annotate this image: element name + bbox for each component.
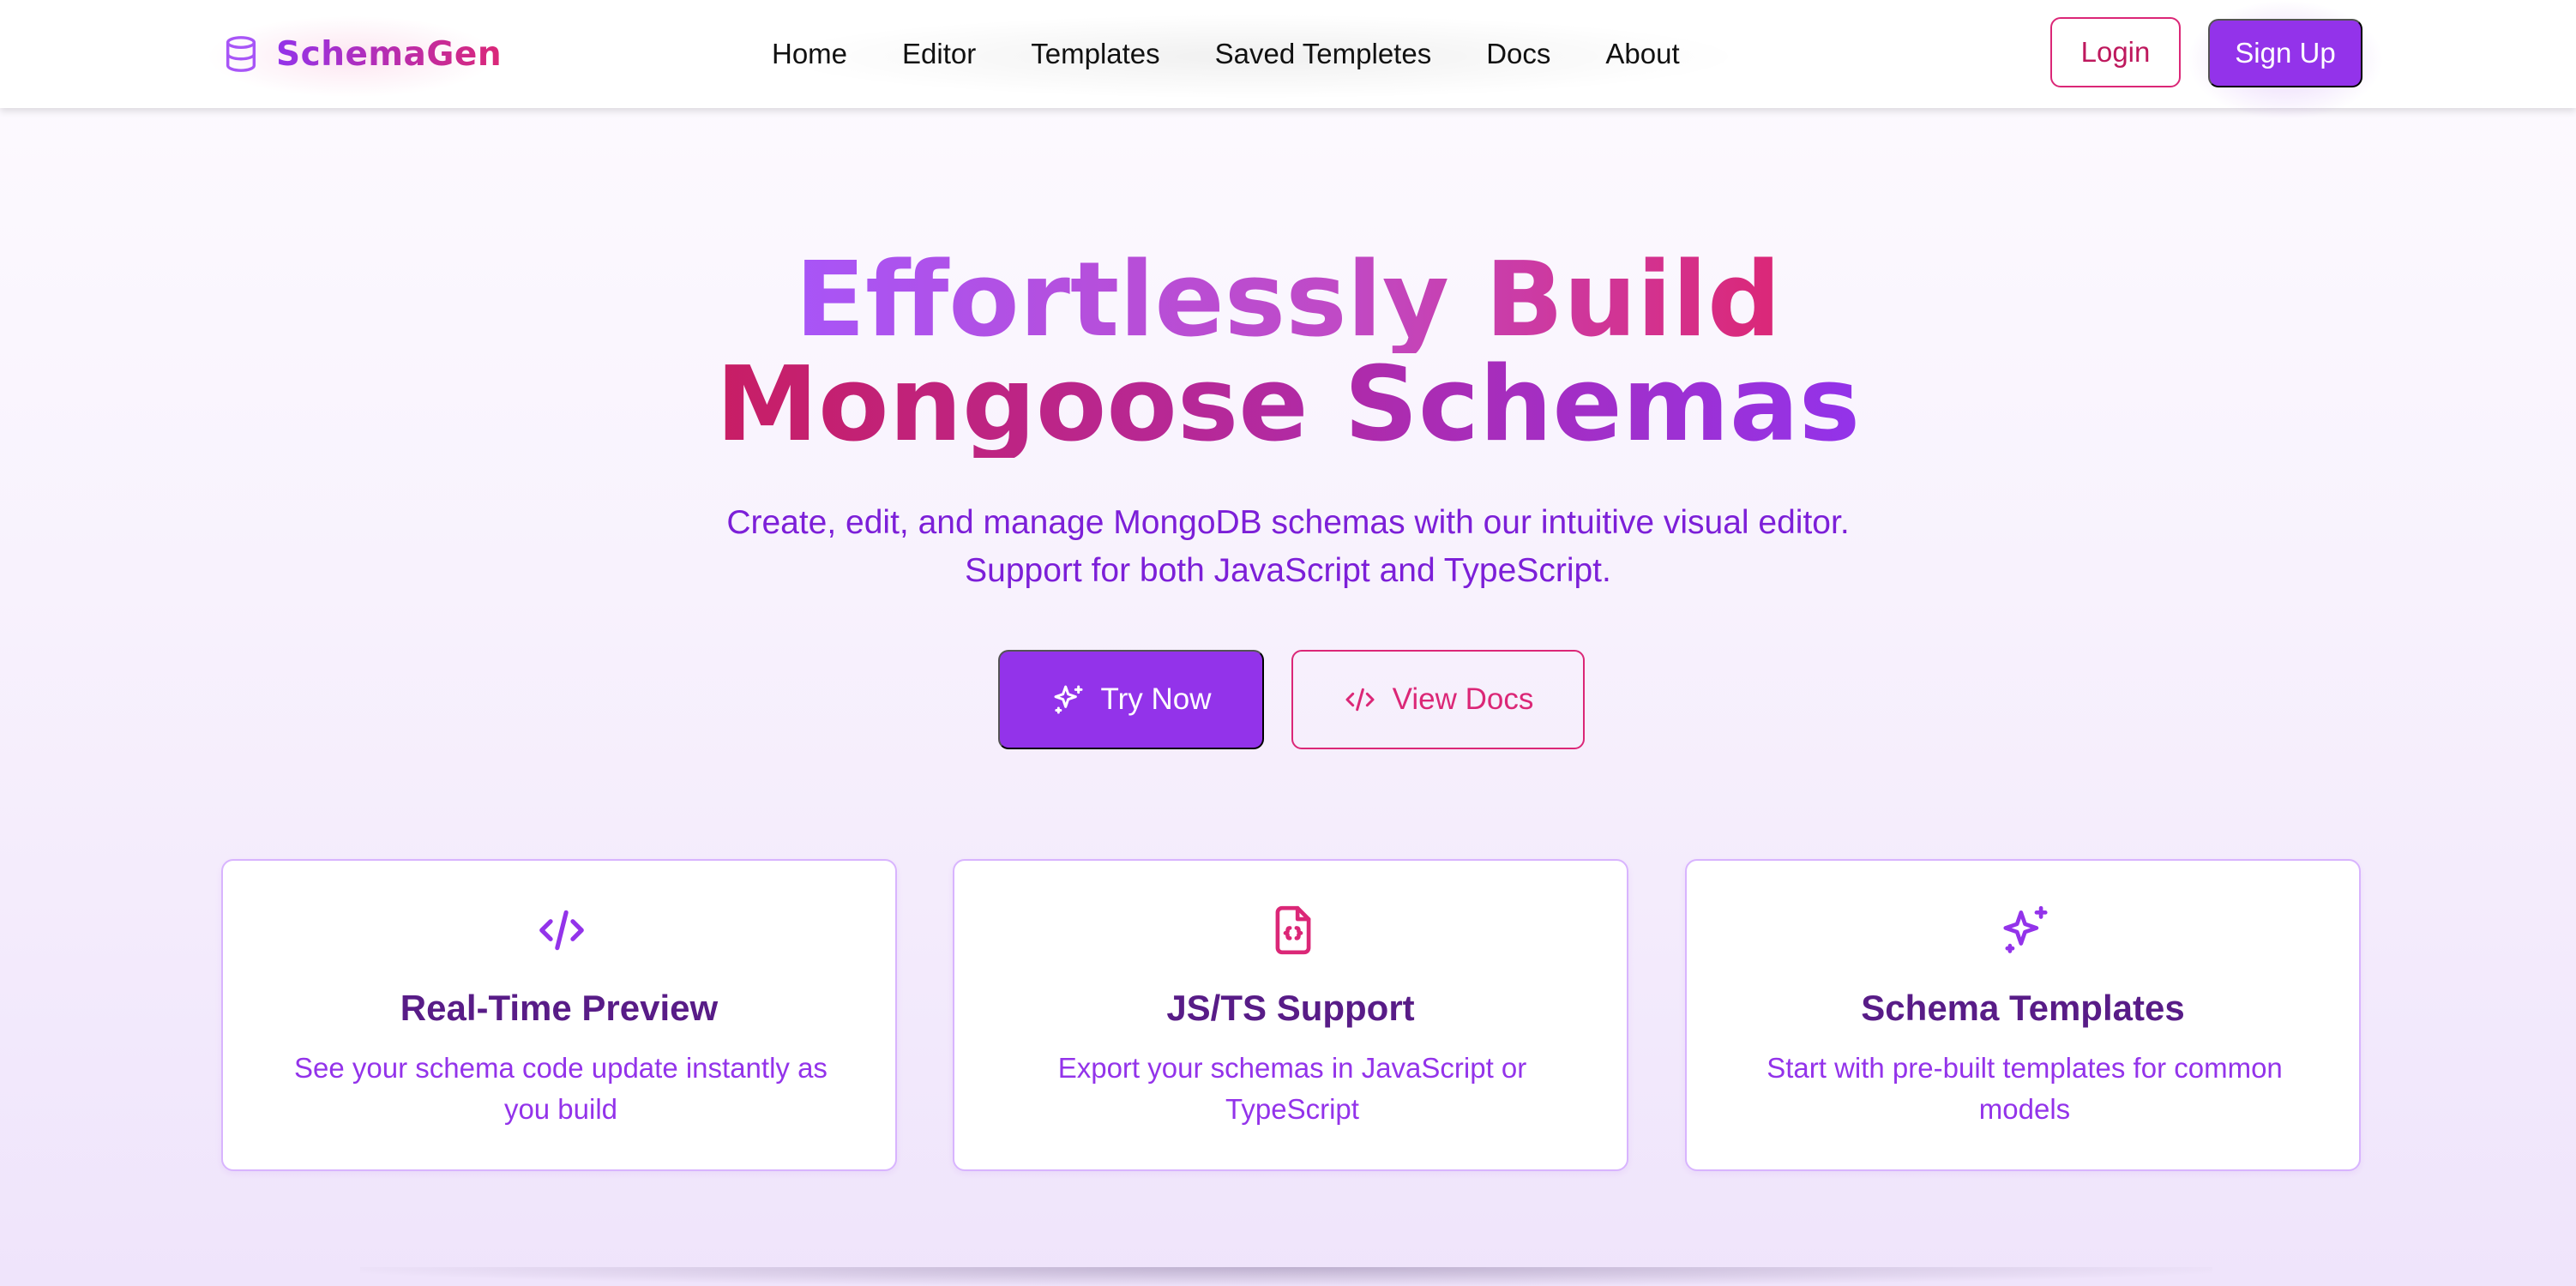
main-nav: Home Editor Templates Saved Templetes Do… [772, 26, 1680, 82]
feature-title: JS/TS Support [1166, 988, 1415, 1028]
sparkles-icon [1054, 685, 1082, 714]
code-icon [1345, 688, 1375, 712]
hero-title: Effortlessly Build Mongoose Schemas [0, 249, 2576, 458]
database-icon [226, 36, 256, 72]
nav-link-about[interactable]: About [1605, 38, 1679, 70]
feature-description: Start with pre-built templates for commo… [1766, 1052, 2283, 1125]
brand-name: SchemaGen [276, 34, 503, 74]
login-button[interactable]: Login [2050, 17, 2181, 87]
nav-link-editor[interactable]: Editor [902, 38, 976, 70]
next-section-shadow [360, 1267, 2212, 1286]
hero-subtitle-line2: Support for both JavaScript and TypeScri… [965, 552, 1611, 589]
sparkles-icon [2003, 905, 2048, 953]
hero-title-line1: Effortlessly Build [795, 241, 1781, 360]
feature-description: Export your schemas in JavaScript or Typ… [1057, 1052, 1527, 1125]
hero-title-line2: Mongoose Schemas [715, 346, 1861, 465]
signup-button[interactable]: Sign Up [2208, 19, 2362, 87]
feature-card-real-time-preview: Real-Time Preview See your schema code u… [221, 859, 897, 1171]
nav-link-saved-templates[interactable]: Saved Templetes [1215, 38, 1432, 70]
file-code-icon [1275, 905, 1311, 955]
try-now-button[interactable]: Try Now [998, 650, 1264, 749]
view-docs-label: View Docs [1392, 682, 1534, 716]
code-icon [539, 910, 584, 951]
nav-link-templates[interactable]: Templates [1031, 38, 1159, 70]
feature-card-js-ts-support: JS/TS Support Export your schemas in Jav… [953, 859, 1628, 1171]
view-docs-button[interactable]: View Docs [1291, 650, 1585, 749]
nav-link-docs[interactable]: Docs [1486, 38, 1550, 70]
try-now-label: Try Now [1100, 682, 1212, 716]
brand-logo[interactable]: SchemaGen [221, 26, 502, 82]
nav-link-home[interactable]: Home [772, 38, 847, 70]
feature-description: See your schema code update instantly as… [294, 1052, 828, 1125]
feature-card-schema-templates: Schema Templates Start with pre-built te… [1685, 859, 2361, 1171]
feature-title: Real-Time Preview [400, 988, 719, 1028]
feature-title: Schema Templates [1861, 988, 2185, 1028]
top-navbar: SchemaGen Home Editor Templates Saved Te… [0, 0, 2576, 120]
hero-subtitle: Create, edit, and manage MongoDB schemas… [0, 499, 2576, 595]
hero-subtitle-line1: Create, edit, and manage MongoDB schemas… [726, 504, 1850, 541]
